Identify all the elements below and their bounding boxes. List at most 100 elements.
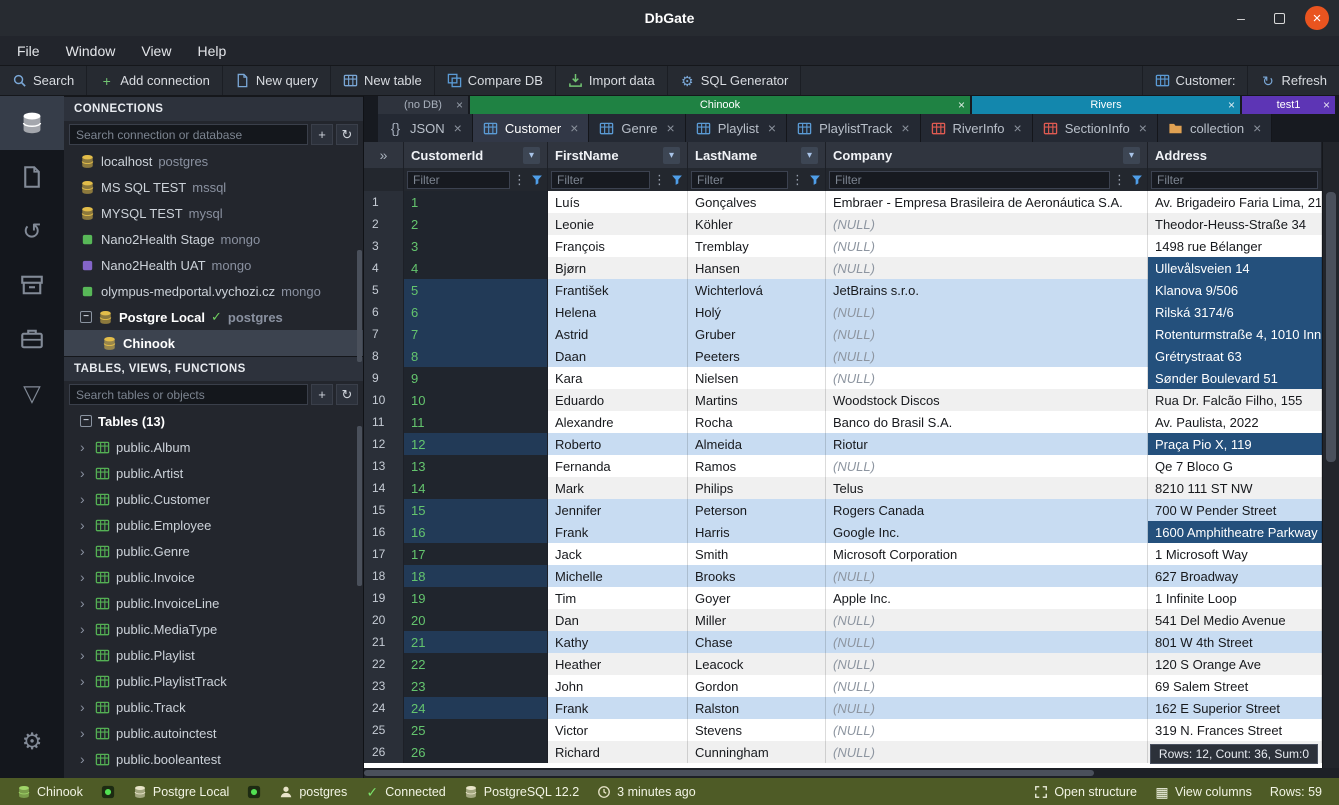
cell-company[interactable]: Banco do Brasil S.A. <box>826 411 1148 433</box>
cell-firstname[interactable]: Astrid <box>548 323 688 345</box>
tab-playlist[interactable]: Playlist× <box>686 114 787 142</box>
cell-address[interactable]: 8210 111 ST NW <box>1148 477 1322 499</box>
tab-customer[interactable]: Customer× <box>473 114 590 142</box>
filter-input-address[interactable] <box>1151 171 1318 189</box>
cell-company[interactable]: (NULL) <box>826 301 1148 323</box>
cell-customerid[interactable]: 4 <box>404 257 548 279</box>
cell-customerid[interactable]: 15 <box>404 499 548 521</box>
row-number[interactable]: 5 <box>364 279 404 301</box>
funnel-icon[interactable] <box>1129 171 1144 189</box>
column-header-customerid[interactable]: CustomerId▾ <box>404 142 548 168</box>
cell-address[interactable]: Qe 7 Bloco G <box>1148 455 1322 477</box>
cell-customerid[interactable]: 6 <box>404 301 548 323</box>
cell-customerid[interactable]: 24 <box>404 697 548 719</box>
close-icon[interactable]: × <box>1139 120 1147 136</box>
cell-company[interactable]: (NULL) <box>826 323 1148 345</box>
cell-firstname[interactable]: František <box>548 279 688 301</box>
kebab-menu-icon[interactable]: ⋮ <box>790 171 805 189</box>
cell-firstname[interactable]: Frank <box>548 697 688 719</box>
cell-lastname[interactable]: Miller <box>688 609 826 631</box>
cell-customerid[interactable]: 3 <box>404 235 548 257</box>
cell-address[interactable]: 319 N. Frances Street <box>1148 719 1322 741</box>
cell-lastname[interactable]: Brooks <box>688 565 826 587</box>
row-number[interactable]: 4 <box>364 257 404 279</box>
row-number[interactable]: 26 <box>364 741 404 763</box>
cell-address[interactable]: 1498 rue Bélanger <box>1148 235 1322 257</box>
cell-lastname[interactable]: Wichterlová <box>688 279 826 301</box>
status-open-structure[interactable]: Open structure <box>1025 785 1146 799</box>
column-menu-button[interactable]: ▾ <box>523 147 540 164</box>
close-icon[interactable]: × <box>1253 120 1261 136</box>
dbgroup-tab-rivers[interactable]: Rivers× <box>972 96 1240 114</box>
cell-customerid[interactable]: 11 <box>404 411 548 433</box>
cell-company[interactable]: (NULL) <box>826 345 1148 367</box>
cell-customerid[interactable]: 8 <box>404 345 548 367</box>
cell-firstname[interactable]: Frank <box>548 521 688 543</box>
cell-company[interactable]: Microsoft Corporation <box>826 543 1148 565</box>
cell-lastname[interactable]: Peterson <box>688 499 826 521</box>
cell-customerid[interactable]: 10 <box>404 389 548 411</box>
cell-lastname[interactable]: Rocha <box>688 411 826 433</box>
cell-firstname[interactable]: Fernanda <box>548 455 688 477</box>
cell-company[interactable]: (NULL) <box>826 653 1148 675</box>
table-item-public-invoiceline[interactable]: ›public.InvoiceLine <box>64 590 363 616</box>
vertical-scrollbar[interactable] <box>1322 142 1339 768</box>
cell-address[interactable]: 1 Microsoft Way <box>1148 543 1322 565</box>
cell-firstname[interactable]: John <box>548 675 688 697</box>
row-number[interactable]: 3 <box>364 235 404 257</box>
close-icon[interactable]: × <box>901 120 909 136</box>
row-number[interactable]: 9 <box>364 367 404 389</box>
cell-customerid[interactable]: 25 <box>404 719 548 741</box>
row-number[interactable]: 6 <box>364 301 404 323</box>
cell-company[interactable]: Apple Inc. <box>826 587 1148 609</box>
cell-address[interactable]: Theodor-Heuss-Straße 34 <box>1148 213 1322 235</box>
cell-customerid[interactable]: 1 <box>404 191 548 213</box>
table-item-public-genre[interactable]: ›public.Genre <box>64 538 363 564</box>
cell-address[interactable]: Sønder Boulevard 51 <box>1148 367 1322 389</box>
cell-address[interactable]: Rotenturmstraße 4, 1010 Innere Stadt <box>1148 323 1322 345</box>
cell-address[interactable]: Praça Pio X, 119 <box>1148 433 1322 455</box>
row-number[interactable]: 2 <box>364 213 404 235</box>
funnel-icon[interactable] <box>807 171 822 189</box>
cell-address[interactable]: 69 Salem Street <box>1148 675 1322 697</box>
filter-input-customerid[interactable] <box>407 171 510 189</box>
kebab-menu-icon[interactable]: ⋮ <box>1112 171 1127 189</box>
cell-company[interactable]: Telus <box>826 477 1148 499</box>
cell-lastname[interactable]: Stevens <box>688 719 826 741</box>
cell-address[interactable]: Ullevålsveien 14 <box>1148 257 1322 279</box>
filter-input-firstname[interactable] <box>551 171 650 189</box>
cell-company[interactable]: (NULL) <box>826 565 1148 587</box>
cell-lastname[interactable]: Harris <box>688 521 826 543</box>
close-icon[interactable]: × <box>1323 98 1330 112</box>
filter-input-lastname[interactable] <box>691 171 788 189</box>
column-menu-button[interactable]: ▾ <box>663 147 680 164</box>
cell-firstname[interactable]: Michelle <box>548 565 688 587</box>
kebab-menu-icon[interactable]: ⋮ <box>512 171 527 189</box>
cell-customerid[interactable]: 7 <box>404 323 548 345</box>
row-number[interactable]: 14 <box>364 477 404 499</box>
cell-lastname[interactable]: Smith <box>688 543 826 565</box>
kebab-menu-icon[interactable]: ⋮ <box>652 171 667 189</box>
toolbar-button-new-query[interactable]: New query <box>223 66 331 95</box>
cell-lastname[interactable]: Gonçalves <box>688 191 826 213</box>
cell-firstname[interactable]: Alexandre <box>548 411 688 433</box>
activitybar-item-history[interactable]: ↺ <box>0 204 64 258</box>
table-item-public-mediatype[interactable]: ›public.MediaType <box>64 616 363 642</box>
table-item-public-track[interactable]: ›public.Track <box>64 694 363 720</box>
table-item-public-booleantest[interactable]: ›public.booleantest <box>64 746 363 772</box>
table-item-public-album[interactable]: ›public.Album <box>64 434 363 460</box>
row-number[interactable]: 11 <box>364 411 404 433</box>
cell-address[interactable]: 801 W 4th Street <box>1148 631 1322 653</box>
cell-lastname[interactable]: Almeida <box>688 433 826 455</box>
column-header-firstname[interactable]: FirstName▾ <box>548 142 688 168</box>
connection-item-postgre-local[interactable]: −Postgre Local✓postgres <box>64 304 363 330</box>
connection-item-localhost[interactable]: localhostpostgres <box>64 148 363 174</box>
table-item-public-playlist[interactable]: ›public.Playlist <box>64 642 363 668</box>
cell-firstname[interactable]: Eduardo <box>548 389 688 411</box>
cell-company[interactable]: (NULL) <box>826 257 1148 279</box>
cell-lastname[interactable]: Philips <box>688 477 826 499</box>
cell-company[interactable]: (NULL) <box>826 213 1148 235</box>
cell-address[interactable]: 541 Del Medio Avenue <box>1148 609 1322 631</box>
toolbar-button-sql-generator[interactable]: ⚙SQL Generator <box>668 66 802 95</box>
cell-company[interactable]: Woodstock Discos <box>826 389 1148 411</box>
